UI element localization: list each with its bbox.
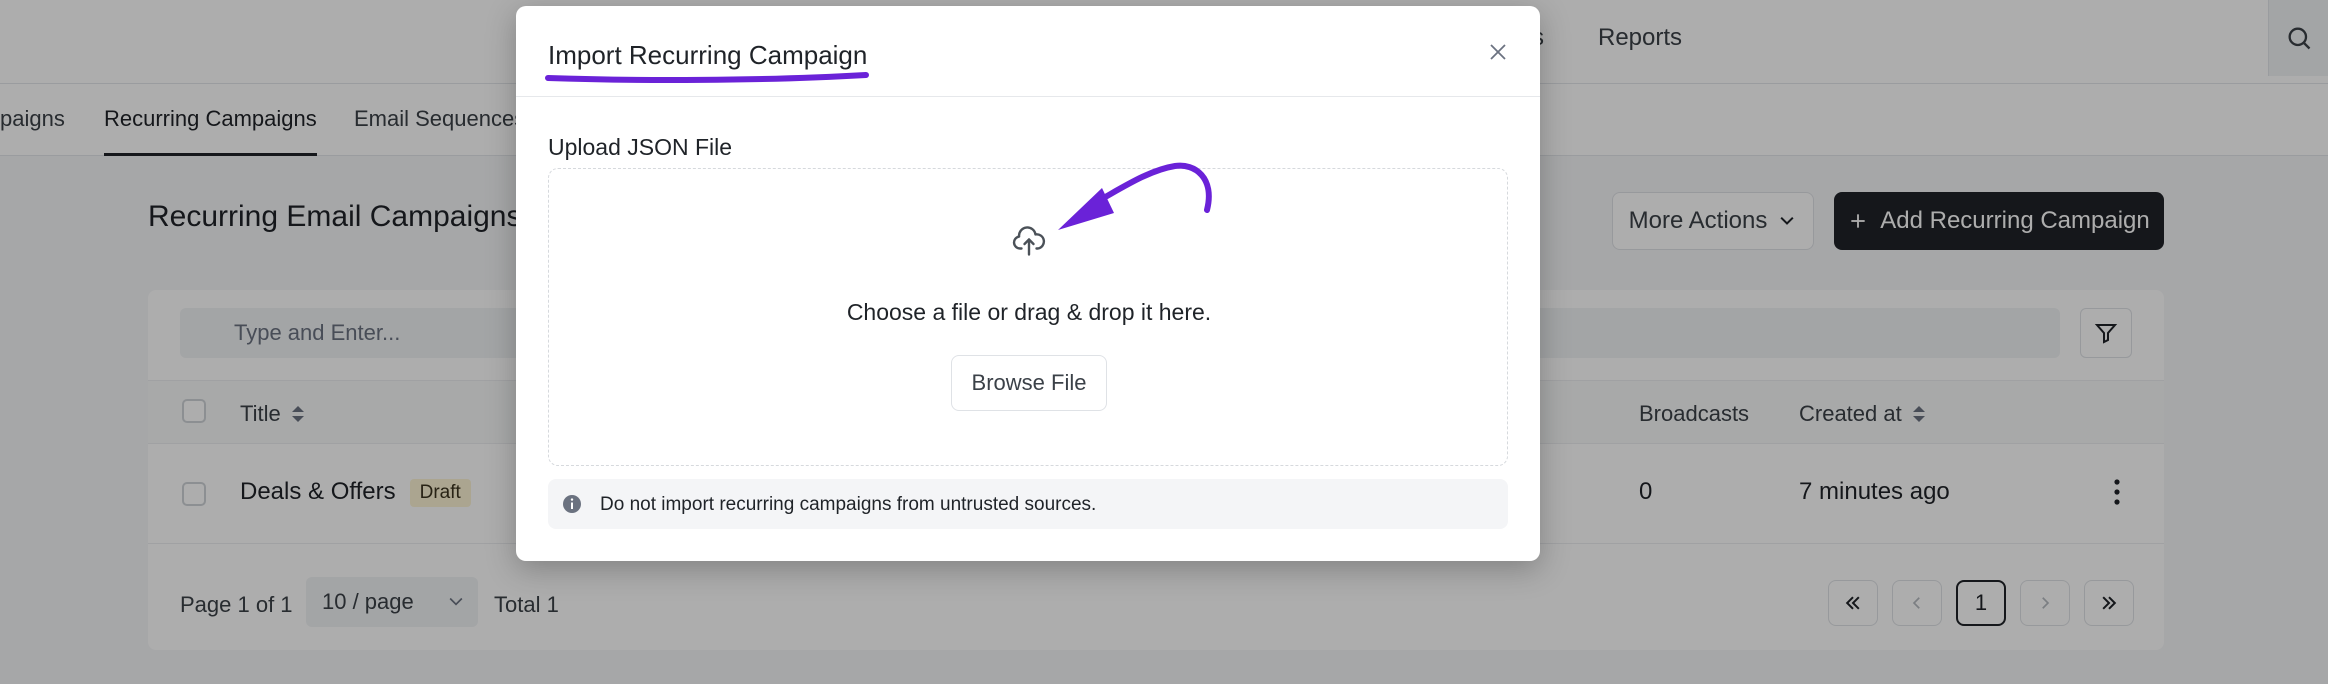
notice-text: Do not import recurring campaigns from u… xyxy=(600,494,1097,515)
upload-label: Upload JSON File xyxy=(548,134,733,160)
import-recurring-campaign-dialog: Import Recurring Campaign Upload JSON Fi… xyxy=(516,6,1540,561)
dialog-header: Import Recurring Campaign xyxy=(516,6,1540,97)
close-icon xyxy=(1490,44,1506,60)
annotation-arrow-icon xyxy=(1058,162,1212,230)
dialog-title: Import Recurring Campaign xyxy=(548,40,868,70)
close-button[interactable] xyxy=(1482,36,1514,68)
file-dropzone[interactable]: Choose a file or drag & drop it here. Br… xyxy=(548,168,1508,466)
dropzone-instructions: Choose a file or drag & drop it here. xyxy=(846,299,1212,325)
browse-file-button[interactable]: Browse File xyxy=(951,355,1107,411)
security-notice: Do not import recurring campaigns from u… xyxy=(548,479,1508,529)
info-icon xyxy=(563,495,581,513)
title-highlight-underline xyxy=(545,72,869,83)
